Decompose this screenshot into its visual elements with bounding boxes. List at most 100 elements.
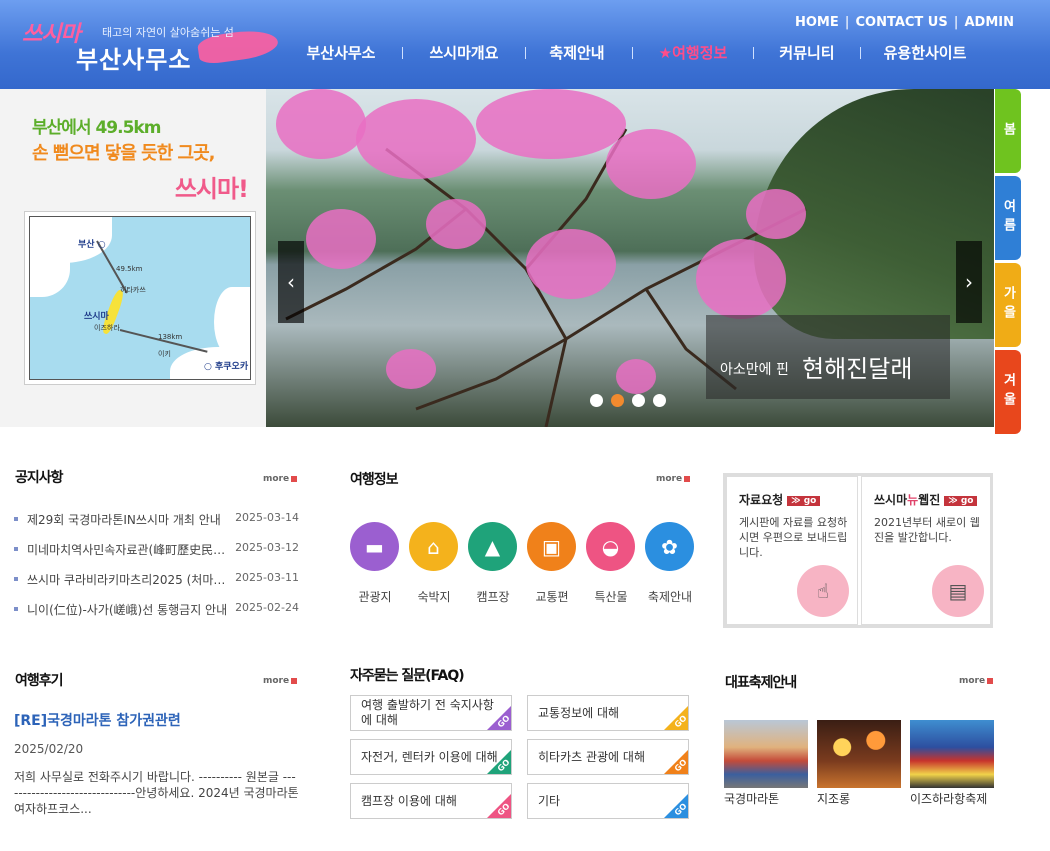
nav-item-useful-sites[interactable]: 유용한사이트 xyxy=(875,42,975,63)
request-panel: 자료요청 ≫ go 게시판에 자료를 요청하시면 우편으로 보내드립니다. ☝ 쓰… xyxy=(723,473,993,628)
slider-prev-button[interactable]: ‹ xyxy=(278,241,304,323)
faq-item[interactable]: 캠프장 이용에 대해 GO xyxy=(350,783,512,819)
more-arrow-icon xyxy=(684,475,691,482)
utility-links: HOME | CONTACT US | ADMIN xyxy=(795,15,1014,30)
festival-photo-lantern[interactable] xyxy=(817,720,901,788)
nav-item-tsushima-overview[interactable]: 쓰시마개요 xyxy=(413,42,515,63)
main-visual-slider[interactable]: 아소만에 핀 현해진달래 ‹ › xyxy=(266,89,994,427)
season-tabs: 봄 여름 가을 겨울 xyxy=(995,89,1021,437)
festival-more-link[interactable]: more xyxy=(959,676,994,686)
slider-next-button[interactable]: › xyxy=(956,241,982,323)
material-request-text: 게시판에 자료를 요청하시면 우편으로 보내드립니다. xyxy=(739,516,848,559)
slide-caption-title: 현해진달래 xyxy=(802,355,913,383)
bus-icon: ▣ xyxy=(542,534,561,559)
travel-icon-sightseeing[interactable]: ▬ xyxy=(350,522,399,571)
main-nav: 부산사무소 쓰시마개요 축제안내 ★여행정보 커뮤니티 유용한사이트 xyxy=(290,42,1010,63)
suitcase-icon: ▬ xyxy=(365,534,384,559)
nav-separator xyxy=(525,46,526,59)
go-badge: ≫ go xyxy=(944,495,978,506)
map-label-distance1: 49.5km xyxy=(116,265,143,273)
faq-item[interactable]: 여행 출발하기 전 숙지사항에 대해 GO xyxy=(350,695,512,731)
util-link-contact[interactable]: CONTACT US xyxy=(855,15,947,30)
slider-dot[interactable] xyxy=(590,394,603,407)
festival-photo-izuhara[interactable] xyxy=(910,720,994,788)
site-logo[interactable]: 쓰시마 태고의 자연이 살아숨쉬는 섬 부산사무소 xyxy=(18,10,288,80)
more-arrow-icon xyxy=(291,475,298,482)
util-link-admin[interactable]: ADMIN xyxy=(964,15,1014,30)
travel-label[interactable]: 축제안내 xyxy=(640,588,700,605)
slider-dot[interactable] xyxy=(632,394,645,407)
notice-title: 공지사항 xyxy=(15,470,64,486)
go-badge: ≫ go xyxy=(787,495,821,506)
review-post-title[interactable]: [RE]국경마라톤 참가권관련 xyxy=(14,710,181,730)
nav-item-busan-office[interactable]: 부산사무소 xyxy=(290,42,392,63)
review-more-link[interactable]: more xyxy=(263,676,298,686)
slider-dot-active[interactable] xyxy=(611,394,624,407)
logo-tagline: 태고의 자연이 살아숨쉬는 섬 xyxy=(102,26,234,39)
travel-icon-lodging[interactable]: ⌂ xyxy=(409,522,458,571)
festival-caption[interactable]: 국경마라톤 xyxy=(724,790,779,807)
review-post-body[interactable]: 저희 사무실로 전화주시기 바랍니다. ---------- 원본글 -----… xyxy=(14,769,299,819)
nav-item-community[interactable]: 커뮤니티 xyxy=(768,42,846,63)
webzine-title: 쓰시마뉴웹진 ≫ go xyxy=(874,491,978,508)
notice-item[interactable]: 쓰시마 쿠라비라키마츠리2025 (처마축제) 안내2025-03-11 xyxy=(14,571,299,588)
pointer-hand-icon: ☝ xyxy=(797,565,849,617)
notice-more-link[interactable]: more xyxy=(263,474,298,484)
map-canvas: 부산 ○ 49.5km 히타카쓰 쓰시마 이즈하라 138km 이키 ○ 후쿠오… xyxy=(29,216,251,380)
material-request-box[interactable]: 자료요청 ≫ go 게시판에 자료를 요청하시면 우편으로 보내드립니다. ☝ xyxy=(726,476,858,625)
more-arrow-icon xyxy=(291,677,298,684)
travel-label[interactable]: 관광지 xyxy=(345,588,405,605)
webzine-text: 2021년부터 새로이 웹진을 발간합니다. xyxy=(874,516,980,544)
slider-pagination xyxy=(590,394,666,407)
season-tab-summer[interactable]: 여름 xyxy=(995,176,1021,260)
season-tab-winter[interactable]: 겨울 xyxy=(995,350,1021,434)
util-link-home[interactable]: HOME xyxy=(795,15,839,30)
bullet-icon xyxy=(14,517,18,521)
map-label-tsushima: 쓰시마 xyxy=(84,312,109,322)
faq-item[interactable]: 자전거, 렌터카 이용에 대해 GO xyxy=(350,739,512,775)
travel-icon-festival[interactable]: ✿ xyxy=(645,522,694,571)
nav-separator xyxy=(632,46,633,59)
map-label-izuhara: 이즈하라 xyxy=(94,324,120,332)
festival-photo-marathon[interactable] xyxy=(724,720,808,788)
notice-item[interactable]: 제29회 국경마라톤IN쓰시마 개최 안내 2025-03-14 xyxy=(14,511,299,528)
travel-icon-camping[interactable]: ▲ xyxy=(468,522,517,571)
season-tab-autumn[interactable]: 가을 xyxy=(995,263,1021,347)
travel-label[interactable]: 교통편 xyxy=(522,588,582,605)
header: 쓰시마 태고의 자연이 살아숨쉬는 섬 부산사무소 HOME | CONTACT … xyxy=(0,0,1050,89)
travel-label[interactable]: 캠프장 xyxy=(463,588,523,605)
left-promo-panel: 부산에서 49.5km 손 뻗으면 닿을 듯한 그곳, 쓰시마! 부산 ○ 49… xyxy=(0,89,266,427)
faq-item[interactable]: 교통정보에 대해 GO xyxy=(527,695,689,731)
review-post-date: 2025/02/20 xyxy=(14,742,84,756)
faq-item[interactable]: 기타 GO xyxy=(527,783,689,819)
season-tab-spring[interactable]: 봄 xyxy=(995,89,1021,173)
slide-caption: 아소만에 핀 현해진달래 xyxy=(706,315,950,399)
nav-item-travel-info-label: 여행정보 xyxy=(672,44,728,62)
festival-caption[interactable]: 이즈하라항축제 xyxy=(910,790,987,807)
festival-fan-icon: ✿ xyxy=(661,534,678,559)
tent-icon: ▲ xyxy=(484,534,501,559)
map-land-coast xyxy=(30,257,70,297)
material-request-title: 자료요청 ≫ go xyxy=(739,491,821,508)
nav-item-festival[interactable]: 축제안내 xyxy=(536,42,618,63)
webzine-box[interactable]: 쓰시마뉴웹진 ≫ go 2021년부터 새로이 웹진을 발간합니다. ▤ xyxy=(861,476,993,625)
travel-more-link[interactable]: more xyxy=(656,474,691,484)
travel-icon-transport[interactable]: ▣ xyxy=(527,522,576,571)
faq-title: 자주묻는 질문(FAQ) xyxy=(350,668,465,684)
notice-item[interactable]: 미네마치역사민속자료관(峰町歷史民俗資料館) 안내2025-03-12 xyxy=(14,541,299,558)
nav-item-travel-info[interactable]: ★여행정보 xyxy=(647,42,739,63)
notice-item[interactable]: 니이(仁位)-사가(嵯峨)선 통행금지 안내 2025-02-24 xyxy=(14,601,299,618)
util-separator: | xyxy=(953,15,959,30)
travel-label[interactable]: 특산물 xyxy=(581,588,641,605)
map-label-hitakatsu: 히타카쓰 xyxy=(120,286,146,294)
bowl-icon: ◒ xyxy=(601,534,620,559)
location-map[interactable]: 부산 ○ 49.5km 히타카쓰 쓰시마 이즈하라 138km 이키 ○ 후쿠오… xyxy=(24,211,256,385)
travel-label[interactable]: 숙박지 xyxy=(404,588,464,605)
chevron-left-icon: ‹ xyxy=(287,270,295,294)
travel-icon-specialty[interactable]: ◒ xyxy=(586,522,635,571)
nav-separator xyxy=(860,46,861,59)
faq-item[interactable]: 히타카츠 관광에 대해 GO xyxy=(527,739,689,775)
slider-dot[interactable] xyxy=(653,394,666,407)
festival-caption[interactable]: 지조롱 xyxy=(817,790,850,807)
map-label-fukuoka: ○ 후쿠오카 xyxy=(204,362,249,372)
